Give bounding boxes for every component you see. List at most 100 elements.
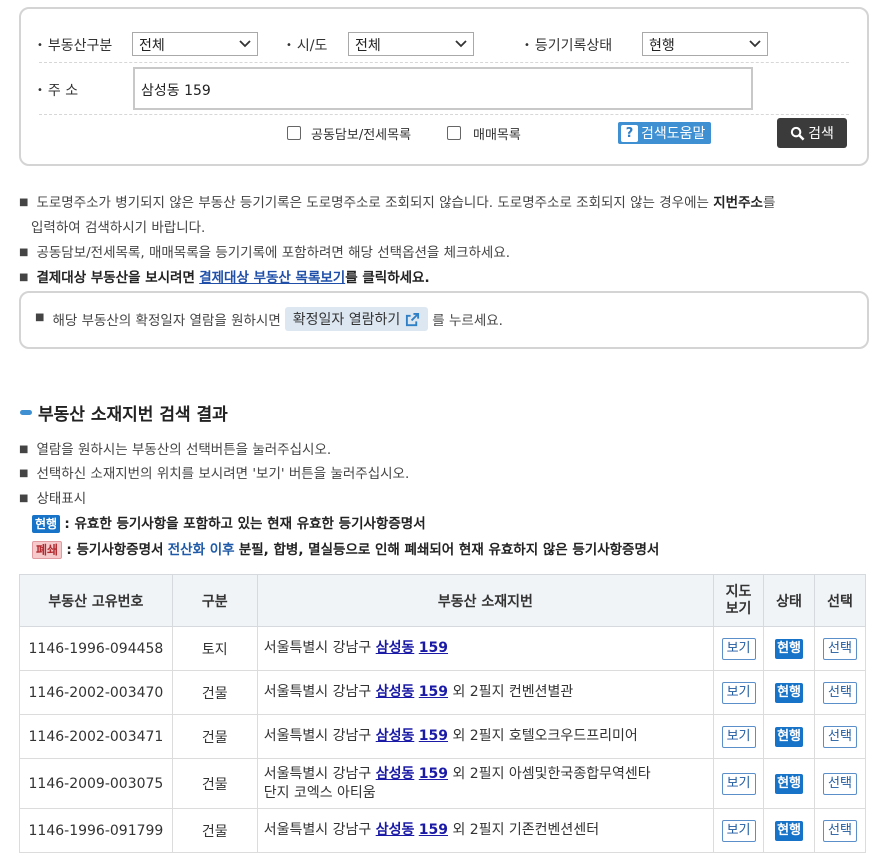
lot-number-link[interactable]: 159 (419, 766, 448, 782)
cell-id: 1146-2002-003471 (19, 714, 173, 759)
table-row: 1146-2002-003470 건물 서울특별시 강남구 삼성동 159 외 … (19, 670, 866, 715)
view-map-button[interactable]: 보기 (721, 772, 756, 795)
note-emphasis: 지번주소 (713, 195, 763, 211)
sale-list-label: 매매목록 (473, 128, 521, 143)
guide-select: ■ 열람을 원하시는 부동산의 선택버튼을 눌러주십시오. (19, 442, 332, 458)
cell-status: 현행 (763, 758, 815, 809)
status-badge: 현행 (775, 773, 803, 794)
payment-list-link[interactable]: 결제대상 부동산 목록보기 (199, 270, 345, 286)
closed-badge: 폐쇄 (32, 541, 63, 559)
cell-select: 선택 (814, 808, 866, 853)
note-text: 를 (762, 195, 776, 211)
lot-number-link[interactable]: 159 (419, 728, 448, 744)
cell-kind: 건물 (171, 714, 258, 759)
table-header-row: 부동산 고유번호 구분 부동산 소재지번 지도보기 상태 선택 (19, 574, 866, 627)
status-legend-active: 현행 : 유효한 등기사항을 포함하고 있는 현재 유효한 등기사항증명서 (32, 513, 426, 535)
address-suffix: 외 2필지 호텔오크우드프리미어 (452, 728, 638, 744)
select-button[interactable]: 선택 (823, 681, 857, 704)
address-prefix: 서울특별시 강남구 (263, 728, 372, 744)
col-header-kind: 구분 (171, 574, 258, 627)
region-select[interactable]: 전체 (348, 32, 474, 56)
note-emphasis: 를 클릭하세요. (345, 270, 430, 286)
cell-kind: 건물 (171, 758, 258, 809)
search-help-button[interactable]: ? 검색도움말 (618, 122, 711, 144)
cell-select: 선택 (814, 670, 866, 715)
registry-status-select[interactable]: 현행 (642, 32, 768, 56)
cell-status: 현행 (763, 808, 815, 853)
region-value: 전체 (355, 38, 381, 54)
property-type-select[interactable]: 전체 (132, 32, 258, 56)
table-row: 1146-2009-003075 건물 서울특별시 강남구 삼성동 159 외 … (19, 758, 866, 809)
col-header-map: 지도보기 (713, 574, 765, 627)
lot-number-link[interactable]: 159 (419, 640, 448, 656)
note-payment: ■ 결제대상 부동산을 보시려면 결제대상 부동산 목록보기를 클릭하세요. (19, 270, 430, 286)
active-badge: 현행 (32, 515, 61, 533)
cell-id: 1146-1996-091799 (19, 808, 173, 853)
dong-link[interactable]: 삼성동 (376, 684, 415, 700)
status-badge: 현행 (775, 638, 803, 659)
address-line2: 단지 코엑스 아티움 (263, 784, 376, 801)
closed-desc-emphasis: 전산화 이후 (167, 542, 235, 558)
property-type-label: 부동산구분 (37, 35, 112, 55)
status-badge: 현행 (775, 820, 803, 841)
confirm-date-view-button[interactable]: 확정일자 열람하기 (284, 307, 429, 331)
property-type-value: 전체 (139, 38, 165, 54)
select-button[interactable]: 선택 (823, 637, 857, 660)
divider (39, 114, 849, 115)
cell-select: 선택 (814, 758, 866, 809)
joint-collateral-label: 공동담보/전세목록 (311, 128, 412, 143)
view-map-button[interactable]: 보기 (721, 681, 756, 704)
chevron-down-icon (455, 40, 467, 48)
cell-select: 선택 (814, 714, 866, 759)
divider (39, 62, 849, 63)
cell-kind: 건물 (171, 670, 258, 715)
cell-status: 현행 (763, 626, 815, 671)
dong-link[interactable]: 삼성동 (376, 728, 415, 744)
guide-text: 열람을 원하시는 부동산의 선택버튼을 눌러주십시오. (36, 442, 332, 458)
note-text: 공동담보/전세목록, 매매목록을 등기기록에 포함하려면 해당 선택옵션을 체크… (36, 245, 511, 261)
select-button[interactable]: 선택 (823, 725, 857, 748)
cell-address: 서울특별시 강남구 삼성동 159 외 2필지 호텔오크우드프리미어 (256, 714, 715, 759)
address-prefix: 서울특별시 강남구 (263, 822, 372, 838)
search-icon (790, 126, 805, 140)
search-form: 부동산구분 전체 시/도 전체 등기기록상태 현행 주 소 삼성동 159 공동… (19, 7, 869, 166)
results-table: 부동산 고유번호 구분 부동산 소재지번 지도보기 상태 선택 1146-199… (19, 574, 866, 853)
select-button[interactable]: 선택 (823, 772, 857, 795)
cell-map: 보기 (713, 626, 765, 671)
results-title: 부동산 소재지번 검색 결과 (20, 400, 228, 425)
sale-list-checkbox[interactable] (447, 126, 461, 140)
select-button[interactable]: 선택 (823, 819, 857, 842)
dong-link[interactable]: 삼성동 (376, 766, 415, 782)
cell-map: 보기 (713, 714, 765, 759)
address-input[interactable]: 삼성동 159 (133, 67, 753, 110)
col-header-select: 선택 (814, 574, 866, 627)
info-box: ■ 해당 부동산의 확정일자 열람을 원하시면 확정일자 열람하기 를 누르세요… (19, 291, 869, 349)
col-header-id: 부동산 고유번호 (19, 574, 173, 627)
view-map-button[interactable]: 보기 (721, 637, 756, 660)
search-button[interactable]: 검색 (777, 118, 847, 148)
cell-status: 현행 (763, 714, 815, 759)
view-map-button[interactable]: 보기 (721, 725, 756, 748)
cell-id: 1146-2002-003470 (19, 670, 173, 715)
guide-text: 상태표시 (36, 491, 87, 507)
view-map-button[interactable]: 보기 (721, 819, 756, 842)
cell-kind: 건물 (171, 808, 258, 853)
joint-collateral-checkbox[interactable] (287, 126, 301, 140)
lot-number-link[interactable]: 159 (419, 822, 448, 838)
dong-link[interactable]: 삼성동 (376, 822, 415, 838)
status-legend-closed: 폐쇄 : 등기사항증명서 전산화 이후 분필, 합병, 멸실등으로 인해 폐쇄되… (32, 539, 659, 561)
dong-link[interactable]: 삼성동 (376, 640, 415, 656)
address-label: 주 소 (37, 80, 78, 100)
chevron-down-icon (239, 40, 251, 48)
note-options: ■ 공동담보/전세목록, 매매목록을 등기기록에 포함하려면 해당 선택옵션을 체… (19, 245, 511, 261)
address-prefix: 서울특별시 강남구 (263, 765, 372, 782)
cell-address: 서울특별시 강남구 삼성동 159 외 2필지 아셈및한국종합무역센타 단지 코엑… (256, 758, 715, 809)
title-bar (20, 410, 32, 415)
search-button-label: 검색 (808, 126, 834, 142)
question-icon: ? (621, 124, 638, 142)
lot-number-link[interactable]: 159 (419, 684, 448, 700)
info-text: 해당 부동산의 확정일자 열람을 원하시면 (52, 313, 281, 329)
col-header-status: 상태 (763, 574, 815, 627)
closed-desc: : 등기사항증명서 (66, 542, 164, 558)
status-badge: 현행 (775, 682, 803, 703)
